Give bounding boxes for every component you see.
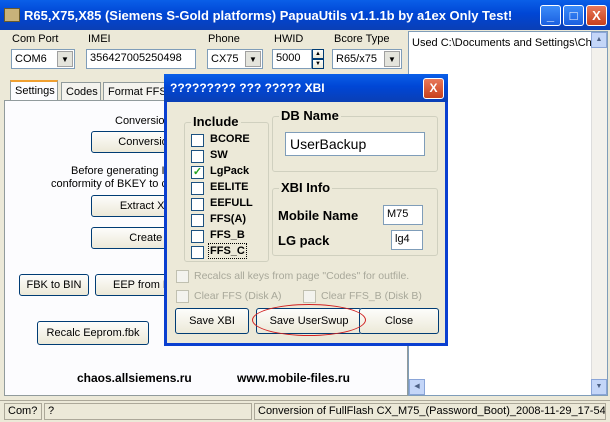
chevron-down-icon[interactable]: ▼	[384, 51, 400, 67]
panel-text-conformity: conformity of BKEY to c	[51, 178, 167, 190]
dialog-close-icon[interactable]: X	[423, 78, 444, 99]
include-label-sw: SW	[210, 149, 228, 161]
checkbox-clear-ffs-b[interactable]	[303, 290, 316, 303]
log-scrollbar[interactable]: ▲ ▼	[591, 32, 607, 395]
minimize-button[interactable]: _	[540, 5, 561, 26]
checkbox-sw[interactable]	[191, 150, 204, 163]
bcore-type-value: R65/x75	[336, 53, 377, 65]
hwid-spin-up[interactable]: ▲	[312, 49, 324, 59]
hwid-spin-down[interactable]: ▼	[312, 59, 324, 69]
log-line: Used C:\Documents and Settings\Ch	[412, 37, 592, 49]
close-button[interactable]: X	[586, 5, 607, 26]
dialog-title: ????????? ??? ????? XBI	[170, 81, 325, 95]
save-xbi-button[interactable]: Save XBI	[175, 308, 249, 334]
include-label-eefull: EEFULL	[210, 197, 253, 209]
dbname-input[interactable]: UserBackup	[285, 132, 425, 156]
panel-text-before: Before generating I	[71, 165, 165, 177]
dialog-title-bar[interactable]: ????????? ??? ????? XBI X	[164, 74, 448, 102]
checkbox-lgpack[interactable]: ✓	[191, 166, 204, 179]
checkbox-ffs-c[interactable]	[191, 246, 204, 259]
scroll-up-icon[interactable]: ▲	[591, 32, 607, 48]
include-label-ffs-c: FFS_C	[208, 243, 247, 259]
hwid-field[interactable]: 5000	[272, 49, 312, 69]
include-label-lgpack: LgPack	[210, 165, 250, 177]
checkbox-clear-ffs[interactable]	[176, 290, 189, 303]
tab-settings[interactable]: Settings	[10, 80, 58, 102]
bcore-type-label: Bcore Type	[334, 33, 390, 45]
lg-pack-input[interactable]: lg4	[391, 230, 423, 250]
com-port-label: Com Port	[12, 33, 59, 45]
save-userswup-button[interactable]: Save UserSwup	[256, 308, 362, 334]
status-message: Conversion of FullFlash CX_M75_(Password…	[254, 403, 606, 420]
fbk-to-bin-button[interactable]: FBK to BIN	[19, 274, 89, 296]
hwid-label: HWID	[274, 33, 304, 45]
xbiinfo-label: XBI Info	[279, 180, 333, 195]
imei-label: IMEI	[88, 33, 111, 45]
include-label-bcore: BCORE	[210, 133, 250, 145]
window-title: R65,X75,X85 (Siemens S-Gold platforms) P…	[24, 8, 513, 23]
recalc-eeprom-button[interactable]: Recalc Eeprom.fbk	[37, 321, 149, 345]
checkbox-bcore[interactable]	[191, 134, 204, 147]
checkbox-eelite[interactable]	[191, 182, 204, 195]
dbname-label: DB Name	[279, 108, 341, 123]
mobile-name-input[interactable]: M75	[383, 205, 423, 225]
imei-field[interactable]: 356427005250498	[86, 49, 196, 69]
xbi-dialog: ????????? ??? ????? XBI X Include BCORE …	[164, 74, 448, 346]
checkbox-ffs-b[interactable]	[191, 230, 204, 243]
scroll-left-icon[interactable]: ◀	[409, 379, 425, 395]
checkbox-ffs-a[interactable]	[191, 214, 204, 227]
dialog-close-button[interactable]: Close	[359, 308, 439, 334]
include-label-eelite: EELITE	[210, 181, 249, 193]
tab-codes[interactable]: Codes	[61, 82, 101, 101]
recalc-label: Recalcs all keys from page "Codes" for o…	[194, 270, 410, 282]
app-icon	[4, 8, 20, 22]
com-port-value: COM6	[15, 53, 47, 65]
mobile-name-label: Mobile Name	[278, 208, 359, 223]
include-label-ffs-a: FFS(A)	[210, 213, 247, 225]
bcore-type-select[interactable]: R65/x75 ▼	[332, 49, 402, 69]
status-com: Com?	[4, 403, 42, 420]
status-bar: Com? ? Conversion of FullFlash CX_M75_(P…	[0, 400, 610, 422]
phone-label: Phone	[208, 33, 240, 45]
include-label-ffs-b: FFS_B	[210, 229, 245, 241]
tab-format-ffs[interactable]: Format FFS	[103, 82, 165, 101]
link-allsiemens[interactable]: chaos.allsiemens.ru	[77, 371, 192, 385]
clear-ffs-label: Clear FFS (Disk A)	[194, 290, 282, 302]
checkbox-recalc[interactable]	[176, 270, 189, 283]
checkbox-eefull[interactable]	[191, 198, 204, 211]
chevron-down-icon[interactable]: ▼	[245, 51, 261, 67]
phone-value: CX75	[211, 53, 239, 65]
maximize-button[interactable]: □	[563, 5, 584, 26]
com-port-select[interactable]: COM6 ▼	[11, 49, 75, 69]
phone-select[interactable]: CX75 ▼	[207, 49, 263, 69]
main-title-bar[interactable]: R65,X75,X85 (Siemens S-Gold platforms) P…	[0, 0, 610, 30]
clear-ffs-b-label: Clear FFS_B (Disk B)	[321, 290, 422, 302]
link-mobile-files[interactable]: www.mobile-files.ru	[237, 371, 350, 385]
lg-pack-label: LG pack	[278, 233, 330, 248]
scroll-down-icon[interactable]: ▼	[591, 379, 607, 395]
include-label: Include	[191, 114, 241, 129]
status-state: ?	[44, 403, 252, 420]
chevron-down-icon[interactable]: ▼	[57, 51, 73, 67]
